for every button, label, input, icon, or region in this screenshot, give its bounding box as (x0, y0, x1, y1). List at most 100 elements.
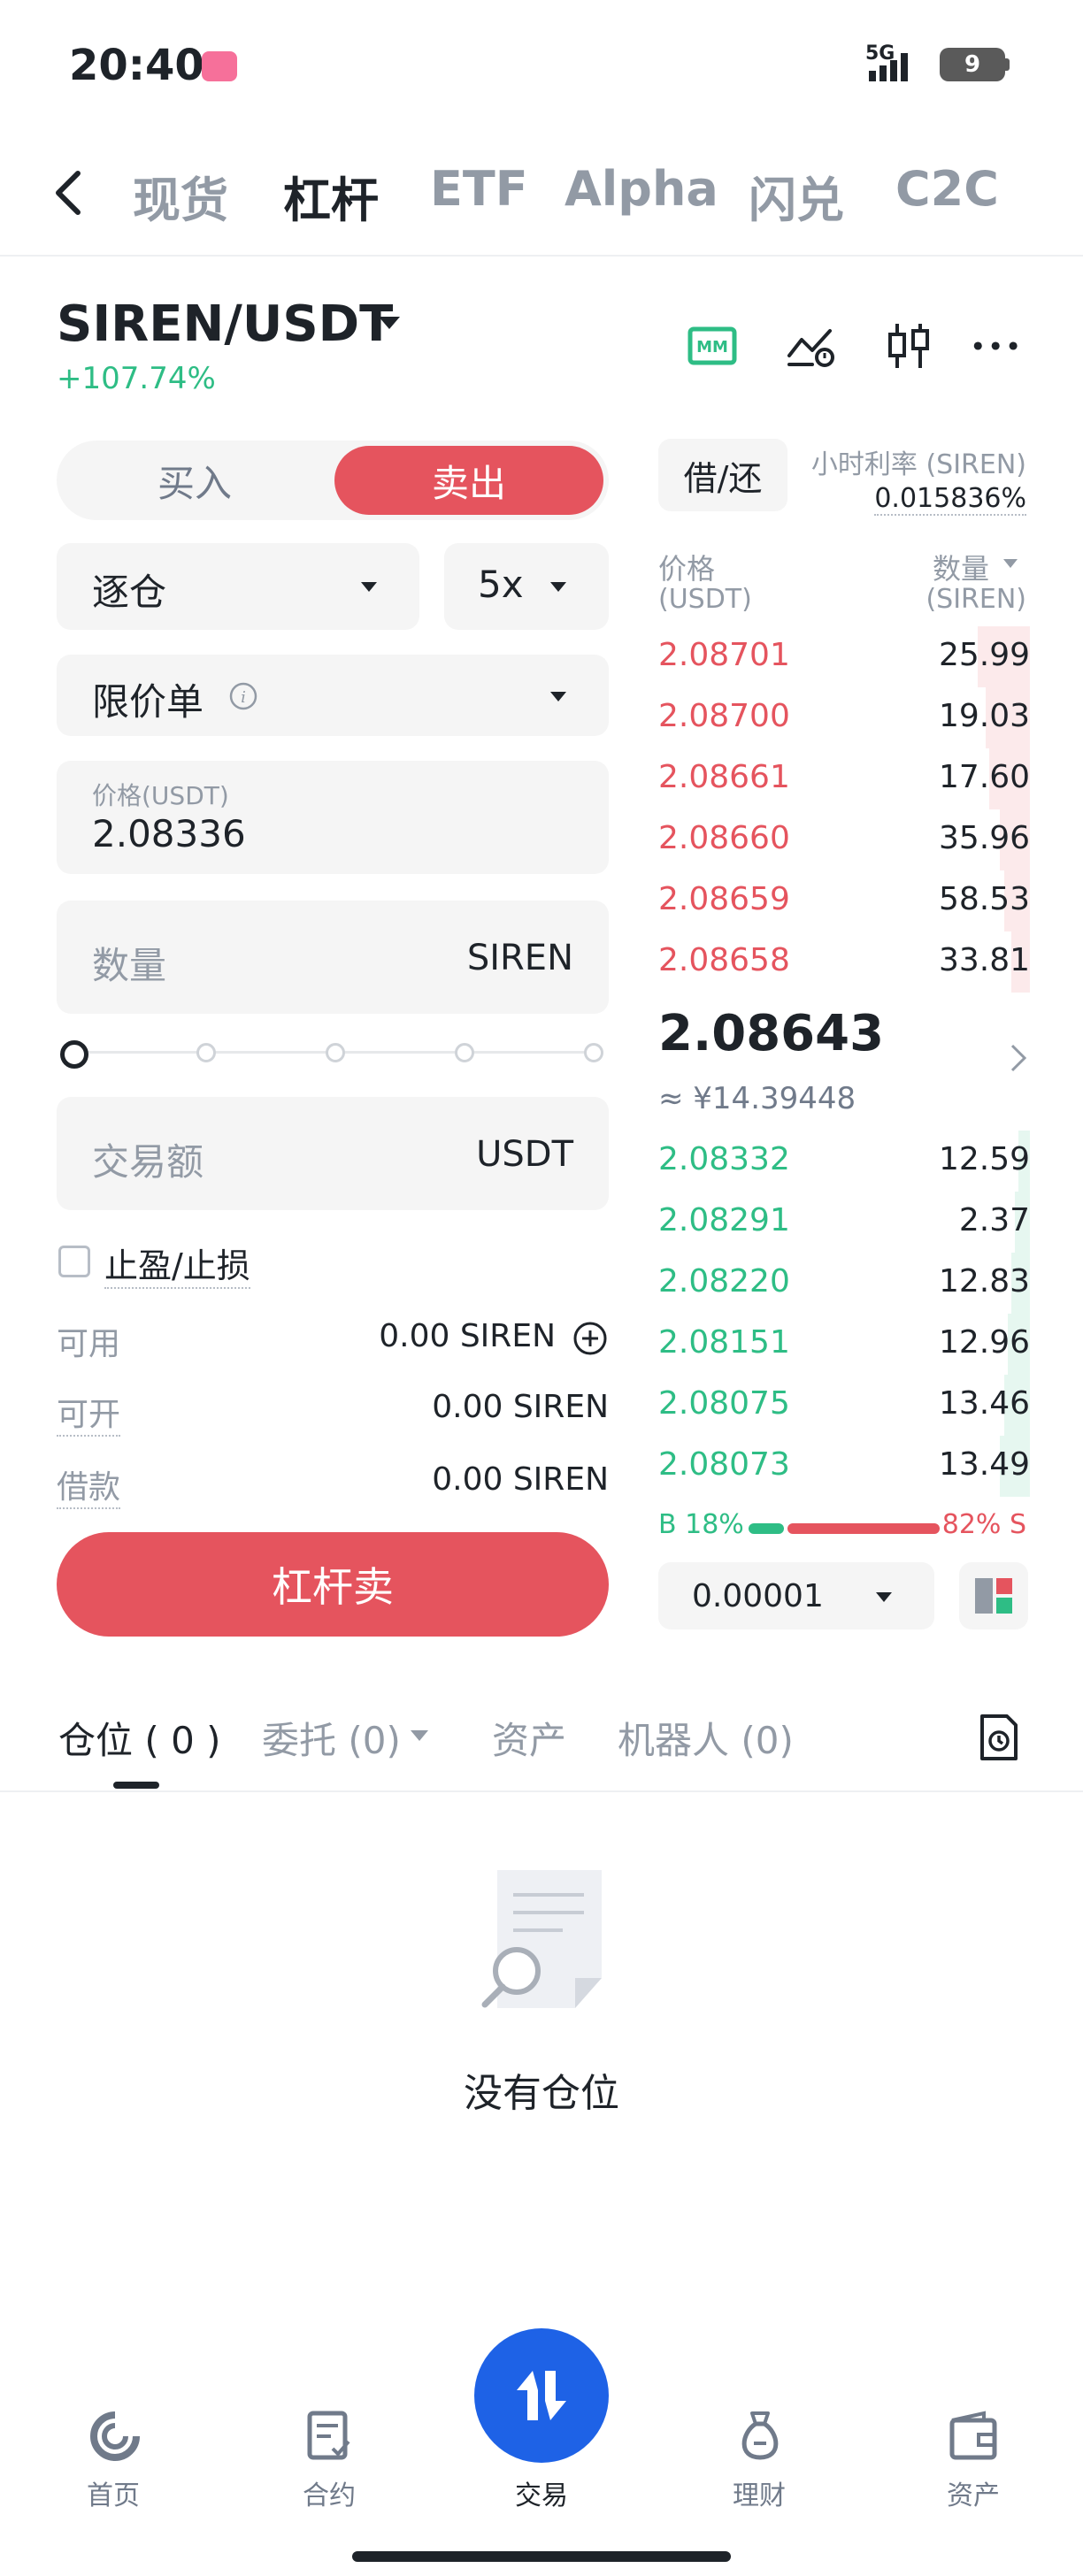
ask-row[interactable]: 2.08660 35.96 (658, 809, 1030, 870)
bid-row[interactable]: 2.08332 12.59 (658, 1131, 1030, 1192)
signal-icon (869, 53, 908, 81)
bid-row[interactable]: 2.08220 12.83 (658, 1253, 1030, 1314)
tab-convert[interactable]: 闪兑 (749, 161, 844, 231)
precision-select[interactable]: 0.00001 (658, 1562, 934, 1629)
bid-row[interactable]: 2.08291 2.37 (658, 1192, 1030, 1253)
total-unit: USDT (476, 1134, 573, 1175)
ask-price: 2.08660 (658, 820, 790, 856)
nav-trade-label: 交易 (515, 2480, 568, 2511)
slider-step-75[interactable] (455, 1043, 474, 1062)
back-icon[interactable] (50, 166, 85, 219)
price-value: 2.08336 (92, 812, 246, 855)
empty-positions-text: 没有仓位 (464, 2071, 619, 2116)
order-type-select[interactable]: 限价单 i (57, 655, 609, 736)
openable-value: 0.00 SIREN (432, 1389, 609, 1425)
slider-step-25[interactable] (196, 1043, 216, 1062)
tab-spot[interactable]: 现货 (133, 161, 228, 231)
tpsl-checkbox[interactable] (58, 1246, 90, 1277)
openable-label[interactable]: 可开 (57, 1389, 121, 1437)
ask-price: 2.08658 (658, 942, 790, 978)
transfer-add-icon[interactable] (572, 1320, 609, 1357)
more-icon[interactable] (972, 320, 1023, 372)
buy-button[interactable]: 买入 (57, 441, 333, 520)
orderbook-layout-button[interactable] (959, 1562, 1028, 1629)
margin-mode-select[interactable]: 逐仓 (57, 543, 419, 630)
svg-text:i: i (241, 688, 246, 707)
precision-value: 0.00001 (692, 1578, 824, 1614)
ask-row[interactable]: 2.08658 33.81 (658, 932, 1030, 993)
candlestick-icon[interactable] (883, 320, 934, 372)
amount-slider-handle[interactable] (60, 1040, 88, 1069)
price-alert-icon[interactable] (786, 320, 837, 372)
total-input[interactable]: 交易额 USDT (57, 1097, 609, 1210)
leverage-select[interactable]: 5x (444, 543, 609, 630)
chevron-down-icon (550, 582, 566, 592)
bid-price: 2.08151 (658, 1324, 790, 1361)
ask-price: 2.08701 (658, 637, 790, 673)
tab-assets[interactable]: 资产 (492, 1711, 566, 1765)
borrow-repay-button[interactable]: 借/还 (658, 439, 787, 511)
ask-qty: 35.96 (938, 820, 1030, 856)
bid-qty: 12.96 (938, 1324, 1030, 1361)
wallet-icon (949, 2411, 997, 2460)
tab-divider (0, 1790, 1083, 1792)
price-input[interactable]: 价格(USDT) 2.08336 (57, 761, 609, 874)
slider-step-50[interactable] (326, 1043, 345, 1062)
chevron-down-icon[interactable] (379, 317, 400, 329)
ob-qty-header[interactable]: 数量 (933, 547, 989, 587)
bid-price: 2.08220 (658, 1263, 790, 1300)
tab-bots[interactable]: 机器人 (0) (618, 1711, 794, 1765)
tab-alpha[interactable]: Alpha (565, 161, 718, 217)
battery-tip (1005, 58, 1010, 71)
ask-row[interactable]: 2.08661 17.60 (658, 748, 1030, 809)
layout-icon (975, 1578, 1012, 1614)
nav-trade[interactable] (474, 2328, 609, 2463)
bid-qty: 2.37 (958, 1202, 1030, 1238)
pair-symbol[interactable]: SIREN/USDT (57, 295, 393, 353)
sell-button[interactable]: 卖出 (334, 446, 603, 515)
tab-etf[interactable]: ETF (430, 161, 528, 217)
trade-icon (517, 2371, 566, 2420)
total-placeholder: 交易额 (92, 1140, 204, 1184)
ask-row[interactable]: 2.08700 19.03 (658, 687, 1030, 748)
nav-assets-label: 资产 (947, 2480, 1000, 2511)
sell-ratio-bar (787, 1523, 940, 1534)
chevron-down-icon[interactable] (411, 1730, 428, 1741)
empty-document-icon (481, 1870, 602, 2008)
tab-c2c[interactable]: C2C (895, 161, 999, 217)
nav-earn-label: 理财 (733, 2480, 786, 2511)
ob-qty-unit: (SIREN) (926, 584, 1026, 615)
ask-qty: 58.53 (938, 881, 1030, 917)
price-label: 价格(USDT) (92, 781, 229, 810)
info-icon[interactable]: i (228, 681, 258, 711)
tab-positions[interactable]: 仓位 ( 0 ) (58, 1711, 221, 1765)
bid-qty: 13.46 (938, 1385, 1030, 1422)
margin-sell-button[interactable]: 杠杆卖 (57, 1532, 609, 1637)
tpsl-label[interactable]: 止盈/止损 (104, 1238, 250, 1289)
order-history-icon[interactable] (977, 1713, 1021, 1762)
buy-ratio-bar (749, 1523, 784, 1534)
chevron-right-icon[interactable] (1009, 1042, 1028, 1074)
slider-step-100[interactable] (584, 1043, 603, 1062)
home-icon (90, 2411, 140, 2461)
ask-row[interactable]: 2.08659 58.53 (658, 870, 1030, 932)
svg-text:MM: MM (696, 338, 728, 356)
amount-input[interactable]: 数量 SIREN (57, 901, 609, 1014)
home-indicator (352, 2551, 731, 2562)
bid-row[interactable]: 2.08075 13.46 (658, 1375, 1030, 1436)
ob-price-header: 价格 (658, 552, 716, 586)
ask-row[interactable]: 2.08701 25.99 (658, 626, 1030, 687)
borrowed-label[interactable]: 借款 (57, 1461, 121, 1509)
bid-price: 2.08075 (658, 1385, 790, 1422)
nav-divider (0, 255, 1083, 257)
mm-icon[interactable]: MM (687, 320, 738, 372)
chevron-down-icon[interactable] (1003, 559, 1018, 568)
nav-futures-label: 合约 (303, 2480, 356, 2511)
battery-icon: 9 (940, 48, 1005, 81)
rate-value[interactable]: 0.015836% (874, 483, 1026, 516)
tab-open-orders[interactable]: 委托 (0) (262, 1711, 401, 1765)
active-tab-indicator (113, 1782, 159, 1789)
bid-row[interactable]: 2.08151 12.96 (658, 1314, 1030, 1375)
bid-row[interactable]: 2.08073 13.49 (658, 1436, 1030, 1497)
tab-margin[interactable]: 杠杆 (283, 161, 379, 231)
